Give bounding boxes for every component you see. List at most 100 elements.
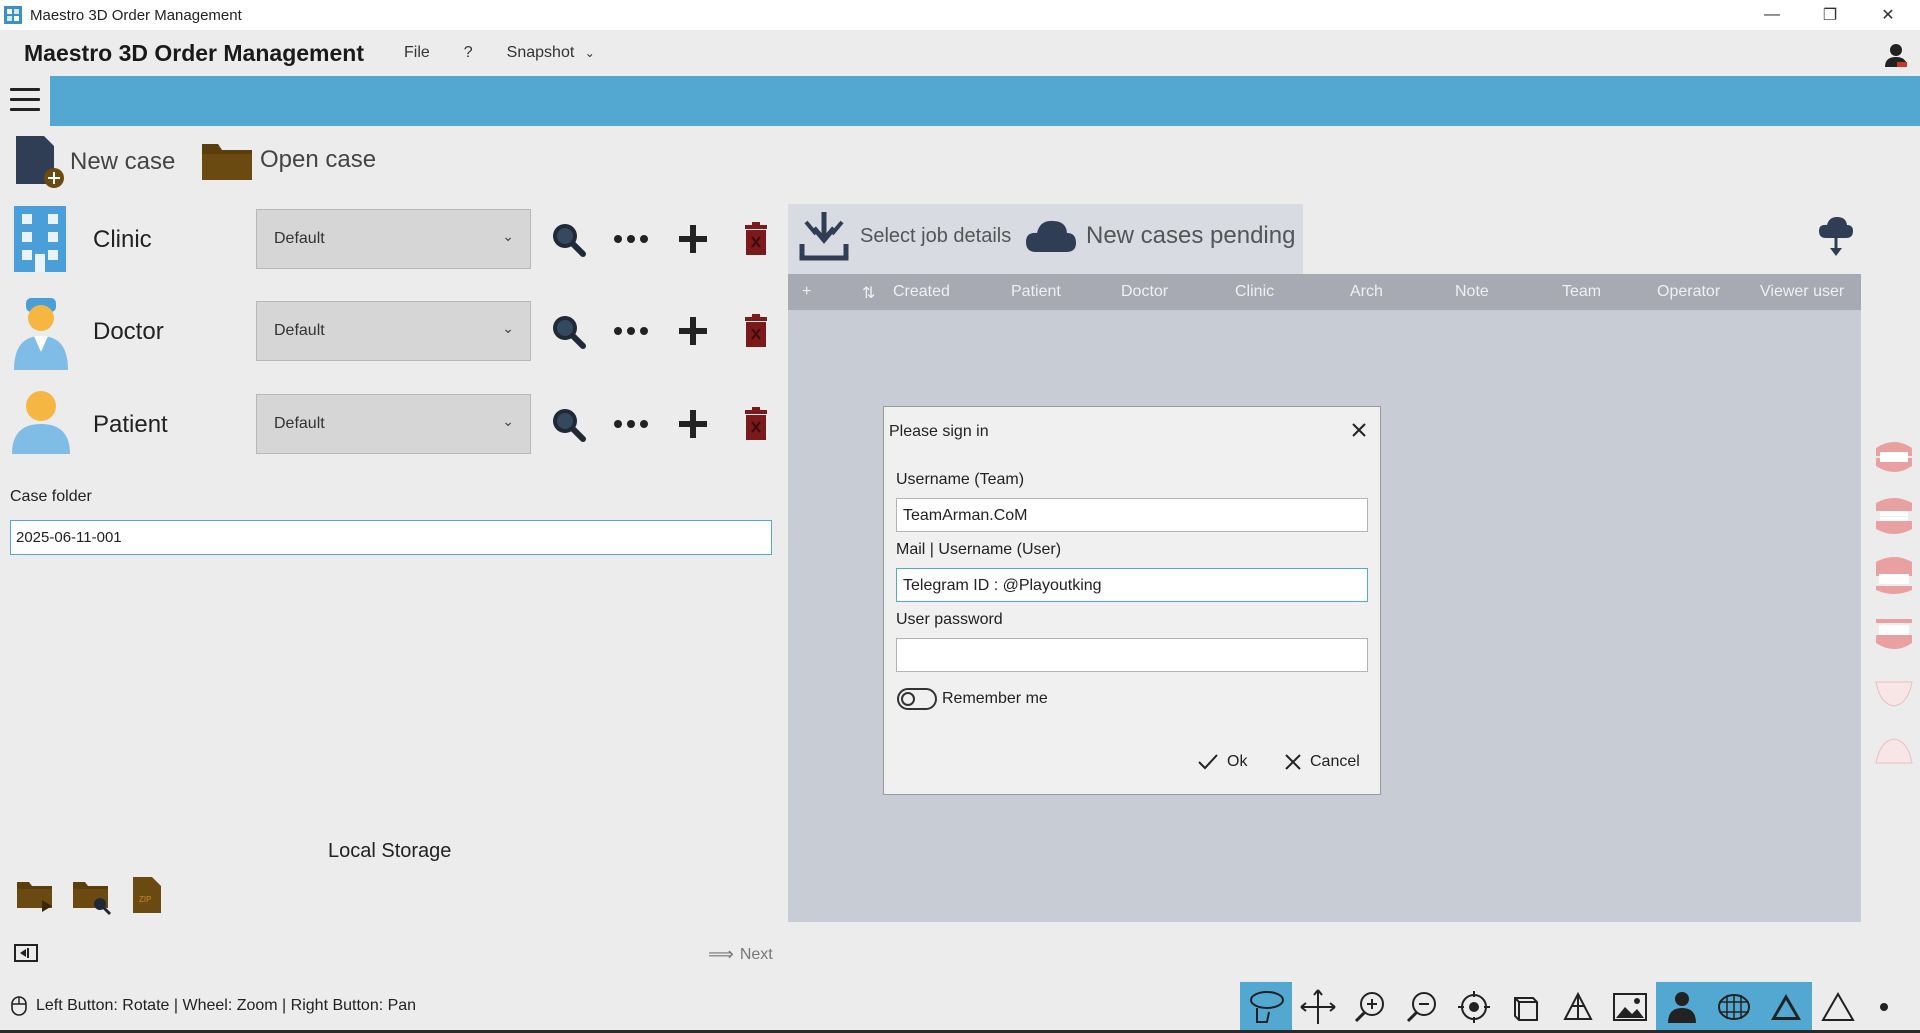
lower-jaw-icon[interactable] [1874, 615, 1914, 653]
cloud-download-icon [1819, 217, 1853, 256]
point-view-button[interactable] [1864, 982, 1904, 1032]
column-clinic[interactable]: Clinic [1235, 283, 1274, 301]
column-arch[interactable]: Arch [1350, 283, 1383, 301]
clinic-search-button[interactable] [548, 219, 588, 259]
patient-more-button[interactable] [611, 404, 651, 444]
cancel-label: Cancel [1310, 753, 1360, 770]
clinic-add-button[interactable] [673, 219, 713, 259]
doctor-search-button[interactable] [548, 311, 588, 351]
tab-select-job-label: Select job details [860, 224, 1012, 247]
patient-label: Patient [93, 411, 168, 438]
lower-gum-icon[interactable] [1874, 733, 1914, 771]
zoom-out-button[interactable] [1396, 982, 1448, 1032]
folder-icon [202, 144, 252, 180]
menu-help[interactable]: ? [464, 44, 473, 62]
local-storage-label: Local Storage [328, 840, 452, 862]
menu-snapshot[interactable]: Snapshot ⌄ [507, 44, 595, 62]
clinic-icon [12, 204, 68, 279]
next-button[interactable]: ⟹ Next [708, 944, 773, 965]
window-titlebar: Maestro 3D Order Management [0, 0, 1920, 30]
clinic-select-value: Default [274, 230, 325, 247]
open-case-button[interactable]: Open case [200, 138, 376, 182]
column-add[interactable]: + [802, 283, 811, 301]
outline-view-button[interactable] [1812, 982, 1864, 1032]
person-icon [1668, 992, 1696, 1023]
close-window-button[interactable]: ✕ [1859, 0, 1917, 30]
tab-new-cases-label: New cases pending [1086, 222, 1296, 249]
zip-file-icon: ZIP [133, 877, 161, 913]
tab-new-cases[interactable]: New cases pending [1024, 218, 1295, 254]
upper-gum-icon[interactable] [1874, 674, 1914, 712]
zoom-in-button[interactable] [1344, 982, 1396, 1032]
tab-select-job[interactable]: Select job details [798, 210, 1011, 262]
hamburger-line [10, 108, 40, 111]
clinic-label: Clinic [93, 226, 152, 253]
menu-file[interactable]: File [404, 44, 430, 62]
mail-input[interactable]: Telegram ID : @Playoutking [896, 568, 1368, 602]
solid-view-button[interactable] [1760, 982, 1812, 1032]
storage-search-folder-button[interactable] [72, 878, 112, 921]
column-patient[interactable]: Patient [1011, 283, 1061, 301]
rotate-tool-button[interactable] [1240, 982, 1292, 1032]
checkmark-icon [1198, 754, 1218, 770]
doctor-delete-button[interactable] [736, 311, 776, 351]
column-created[interactable]: Created [893, 283, 950, 301]
patient-select[interactable]: Default ⌄ [256, 394, 531, 454]
patient-delete-button[interactable] [736, 404, 776, 444]
hamburger-menu-icon[interactable] [10, 88, 40, 114]
column-operator[interactable]: Operator [1657, 283, 1720, 301]
view-box-button[interactable] [1500, 982, 1552, 1032]
remember-me-label: Remember me [942, 690, 1048, 707]
doctor-view-button[interactable] [1656, 982, 1708, 1032]
sort-icon[interactable]: ⇅ [862, 283, 875, 303]
case-folder-label: Case folder [10, 488, 92, 505]
patient-icon [10, 390, 72, 459]
minimize-button[interactable]: — [1743, 0, 1801, 30]
cancel-button[interactable]: Cancel [1284, 753, 1360, 771]
column-viewer-user[interactable]: Viewer user [1760, 283, 1844, 301]
full-jaw-icon[interactable] [1874, 438, 1914, 476]
doctor-more-button[interactable] [611, 311, 651, 351]
doctor-select-value: Default [274, 322, 325, 339]
image-button[interactable] [1604, 982, 1656, 1032]
restore-button[interactable]: ❐ [1801, 0, 1859, 30]
more-dots-icon [614, 327, 648, 335]
pan-tool-button[interactable] [1292, 982, 1344, 1032]
grid-button[interactable] [1708, 982, 1760, 1032]
filled-triangle-icon [1771, 994, 1801, 1020]
doctor-select[interactable]: Default ⌄ [256, 301, 531, 361]
clinic-delete-button[interactable] [736, 219, 776, 259]
column-note[interactable]: Note [1455, 283, 1489, 301]
ok-button[interactable]: Ok [1197, 753, 1247, 771]
patient-search-button[interactable] [548, 404, 588, 444]
status-bar: Left Button: Rotate | Wheel: Zoom | Righ… [10, 996, 416, 1016]
doctor-add-button[interactable] [673, 311, 713, 351]
zoom-in-icon [1354, 992, 1384, 1023]
wireframe-button[interactable] [1552, 982, 1604, 1032]
patient-add-button[interactable] [673, 404, 713, 444]
username-input[interactable]: TeamArman.CoM [896, 498, 1368, 532]
cloud-sync-button[interactable] [1818, 216, 1854, 263]
clinic-more-button[interactable] [611, 219, 651, 259]
storage-folder-button[interactable] [16, 878, 54, 917]
status-text: Left Button: Rotate | Wheel: Zoom | Righ… [36, 997, 417, 1014]
user-account-icon[interactable] [1883, 42, 1909, 68]
grid-icon [1718, 994, 1750, 1020]
column-team[interactable]: Team [1562, 283, 1601, 301]
folder-arrow-icon [17, 882, 52, 912]
close-icon[interactable] [1348, 419, 1370, 441]
dot-icon [1880, 1003, 1888, 1011]
remember-me-toggle[interactable] [897, 688, 937, 710]
plus-icon [679, 225, 707, 253]
upper-jaw-icon[interactable] [1874, 556, 1914, 594]
new-case-button[interactable]: New case [14, 134, 175, 190]
password-input[interactable] [896, 638, 1368, 672]
open-jaw-icon[interactable] [1874, 497, 1914, 535]
pan-move-icon [1300, 989, 1336, 1024]
column-doctor[interactable]: Doctor [1121, 283, 1168, 301]
case-folder-input[interactable]: 2025-06-11-001 [10, 520, 772, 555]
center-view-button[interactable] [1448, 982, 1500, 1032]
clinic-select[interactable]: Default ⌄ [256, 209, 531, 269]
collapse-panel-icon[interactable] [14, 944, 38, 967]
storage-zip-button[interactable]: ZIP [132, 876, 162, 919]
